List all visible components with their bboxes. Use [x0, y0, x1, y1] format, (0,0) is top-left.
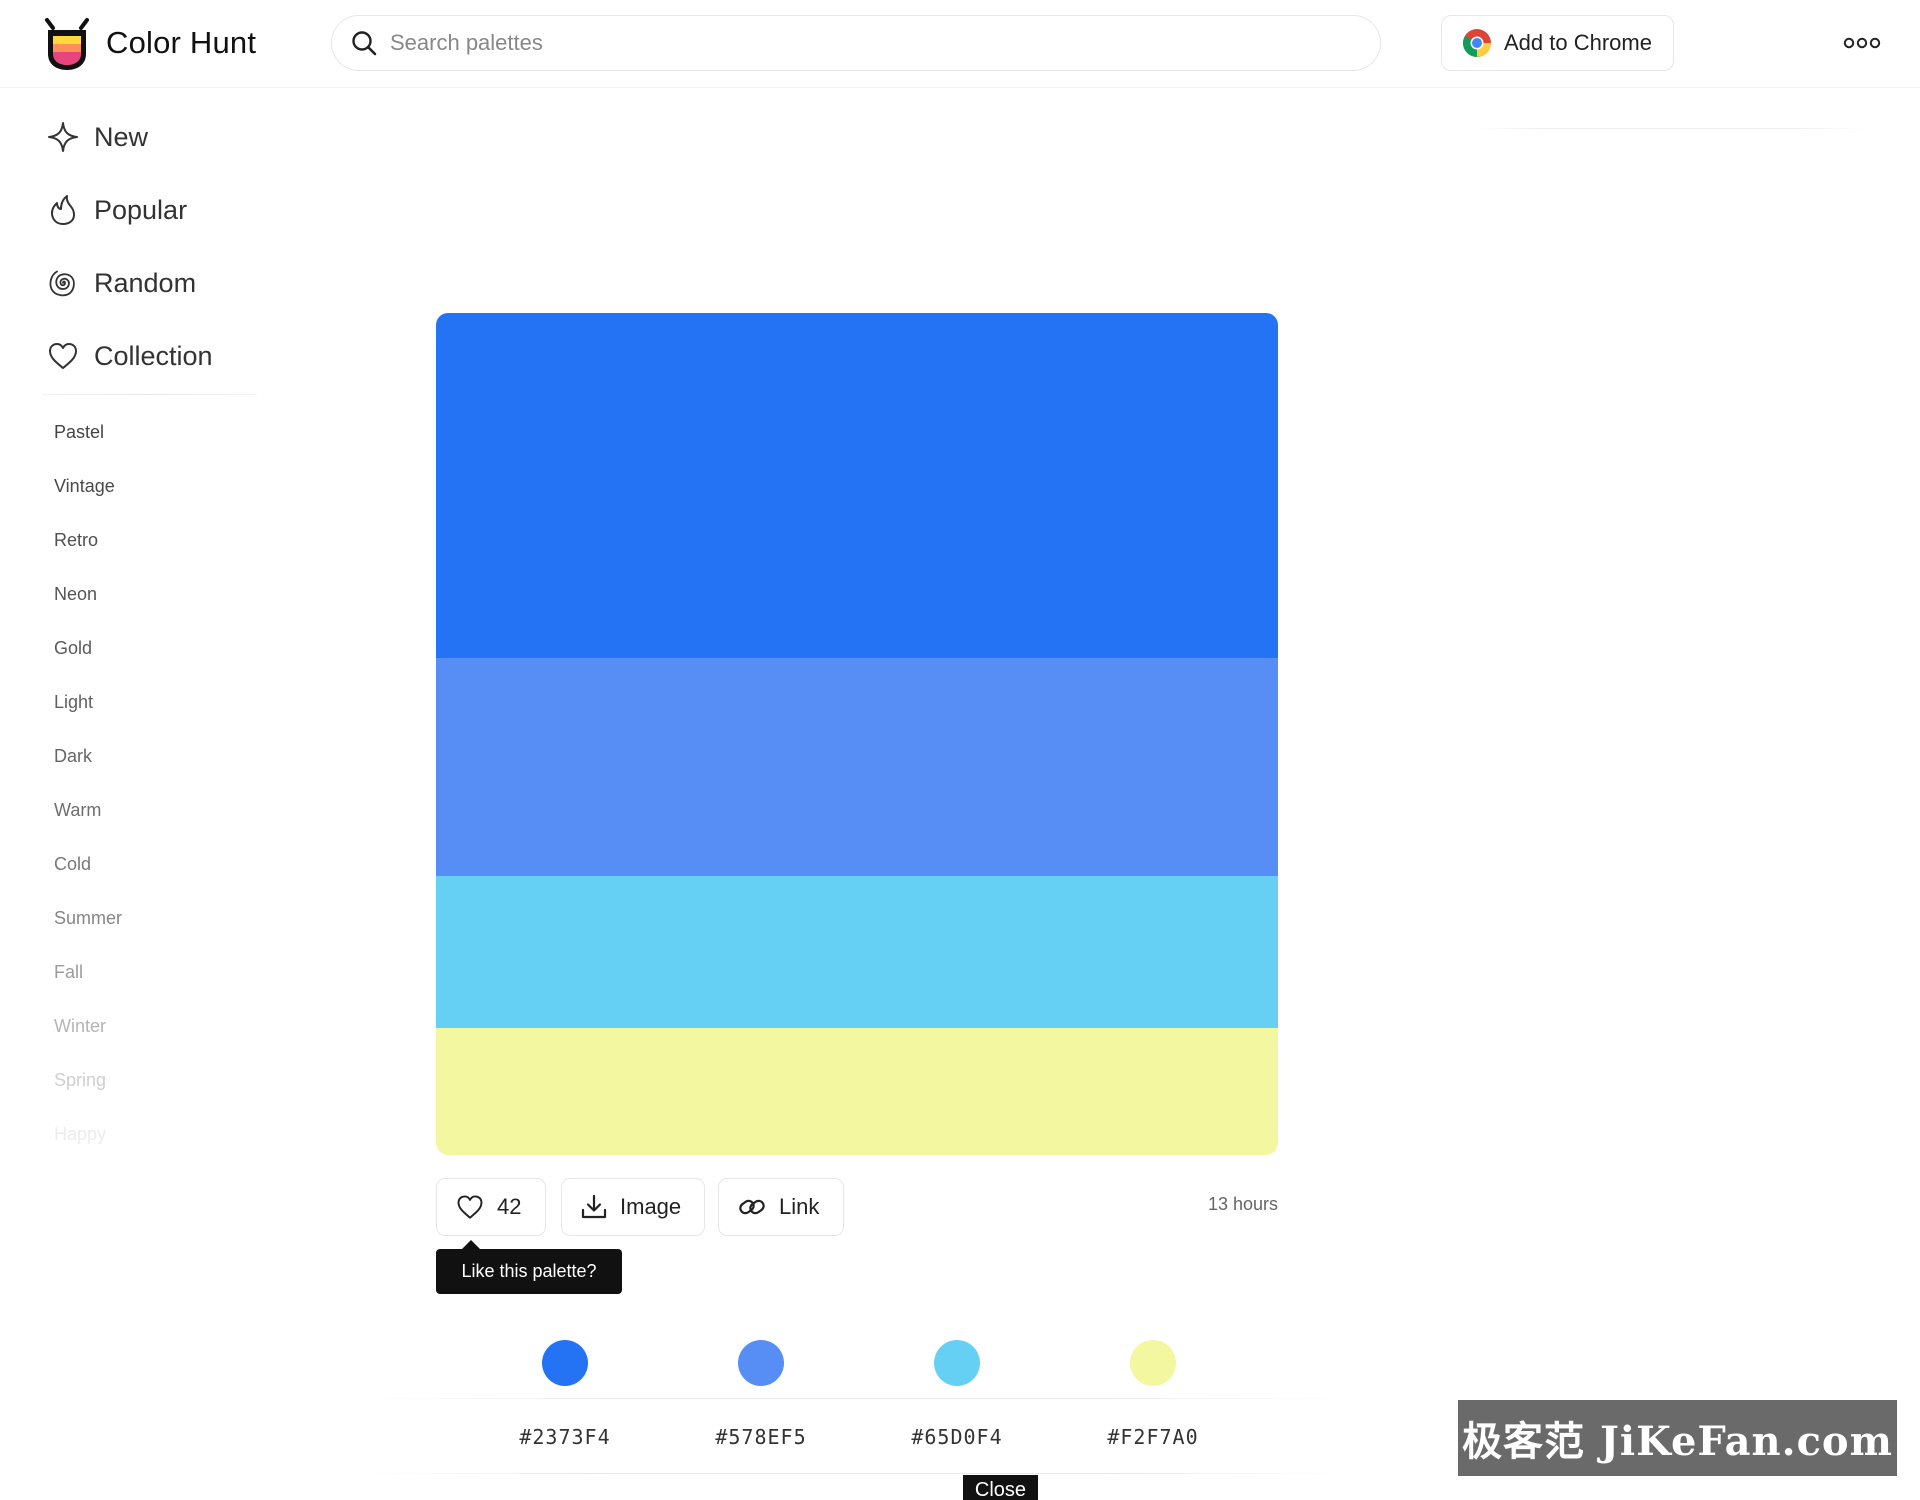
search-icon: [352, 31, 377, 56]
hex-code-4[interactable]: #F2F7A0: [1073, 1425, 1233, 1449]
watermark: 极客范 JiKeFan.com: [1458, 1400, 1897, 1476]
color-dot-4[interactable]: [1130, 1340, 1176, 1386]
spiral-icon: [49, 270, 75, 297]
hex-divider-top: [360, 1398, 1350, 1399]
hex-code-2[interactable]: #578EF5: [681, 1425, 841, 1449]
sparkle-icon: [48, 122, 78, 152]
color-swatch-2[interactable]: [436, 658, 1278, 876]
more-menu-button[interactable]: [1842, 32, 1882, 54]
tag-pastel[interactable]: Pastel: [54, 422, 104, 443]
nav-random[interactable]: Random: [46, 259, 196, 307]
tag-vintage[interactable]: Vintage: [54, 476, 115, 497]
color-dot-1[interactable]: [542, 1340, 588, 1386]
tag-light[interactable]: Light: [54, 692, 93, 713]
tag-summer[interactable]: Summer: [54, 908, 122, 929]
nav-new-label: New: [94, 121, 149, 152]
logo-text: Color Hunt: [106, 25, 257, 60]
nav-random-label: Random: [94, 267, 197, 298]
hex-divider-bottom: [360, 1473, 1350, 1474]
tag-happy[interactable]: Happy: [54, 1124, 106, 1145]
link-label: Link: [779, 1194, 820, 1219]
nav-popular[interactable]: Popular: [46, 186, 187, 234]
more-dots-icon: [1843, 37, 1881, 49]
copy-link-button[interactable]: Link: [718, 1178, 844, 1236]
search-input[interactable]: [390, 30, 1350, 56]
close-button[interactable]: Close: [963, 1475, 1038, 1500]
tag-warm[interactable]: Warm: [54, 800, 101, 821]
like-button[interactable]: 42: [436, 1178, 546, 1236]
color-dot-3[interactable]: [934, 1340, 980, 1386]
color-hunt-logo-icon: [45, 18, 89, 70]
color-swatch-1[interactable]: [436, 313, 1278, 658]
posted-time: 13 hours: [1207, 1194, 1278, 1214]
palette-actions: 42 Image Link 13 hours: [436, 1178, 1278, 1236]
tag-cold[interactable]: Cold: [54, 854, 91, 875]
tag-neon[interactable]: Neon: [54, 584, 97, 605]
hex-code-1[interactable]: #2373F4: [485, 1425, 645, 1449]
tag-retro[interactable]: Retro: [54, 530, 98, 551]
color-swatch-4[interactable]: [436, 1028, 1278, 1155]
tag-spring[interactable]: Spring: [54, 1070, 106, 1091]
tag-dark[interactable]: Dark: [54, 746, 92, 767]
add-to-chrome-label: Add to Chrome: [1504, 30, 1652, 55]
add-to-chrome-button[interactable]: Add to Chrome: [1441, 15, 1674, 71]
chrome-icon: [1463, 29, 1491, 57]
nav-collection-label: Collection: [94, 340, 213, 371]
hex-code-3[interactable]: #65D0F4: [877, 1425, 1037, 1449]
color-dot-2[interactable]: [738, 1340, 784, 1386]
nav-collection[interactable]: Collection: [46, 332, 213, 380]
heart-icon: [49, 343, 77, 369]
like-tooltip: Like this palette?: [436, 1240, 622, 1294]
tag-winter[interactable]: Winter: [54, 1016, 106, 1037]
color-swatch-3[interactable]: [436, 876, 1278, 1028]
top-header: Color Hunt Add to Chrome: [0, 0, 1920, 88]
right-divider: [1470, 128, 1870, 129]
download-icon: [581, 1194, 607, 1219]
nav-new[interactable]: New: [46, 113, 148, 161]
sidebar-divider: [42, 394, 257, 395]
flame-icon: [51, 195, 75, 225]
heart-outline-icon: [457, 1195, 483, 1219]
download-image-button[interactable]: Image: [561, 1178, 705, 1236]
search-bar[interactable]: [331, 15, 1381, 71]
nav-popular-label: Popular: [94, 194, 188, 225]
palette-card[interactable]: [436, 313, 1278, 1155]
color-dots: [436, 1340, 1278, 1390]
link-icon: [739, 1199, 765, 1215]
tag-gold[interactable]: Gold: [54, 638, 92, 659]
logo[interactable]: Color Hunt: [42, 14, 256, 72]
tag-fall[interactable]: Fall: [54, 962, 83, 983]
like-count: 42: [497, 1194, 522, 1219]
image-label: Image: [620, 1194, 682, 1219]
